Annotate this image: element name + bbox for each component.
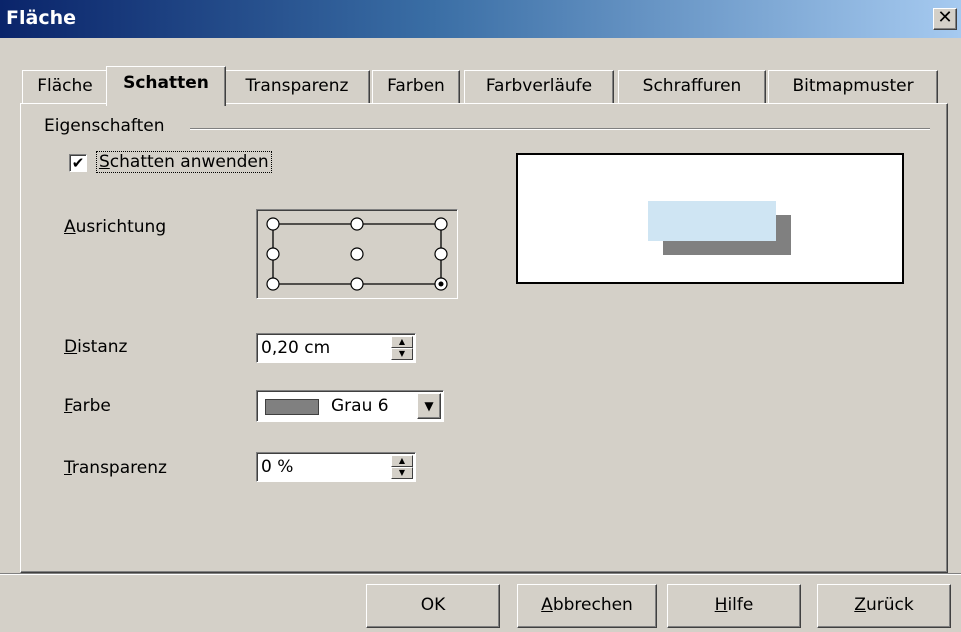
close-icon: ✕ [937,7,953,28]
chevron-down-icon[interactable]: ▼ [417,393,441,419]
align-radio-selected-dot [438,281,444,287]
label-mnemonic: T [64,458,72,478]
button-label: OK [420,595,446,615]
color-dropdown[interactable]: Grau 6 ▼ [256,390,444,422]
distance-up-arrow-icon[interactable]: ▲ [391,336,413,348]
transparency-label: Transparenz [64,458,167,478]
distance-spinbox[interactable]: 0,20 cm ▲ ▼ [256,333,416,363]
label-text: ransparenz [71,458,167,478]
distance-value[interactable]: 0,20 cm [261,338,330,358]
transparency-spinbox[interactable]: 0 % ▲ ▼ [256,452,416,482]
distance-spin-buttons: ▲ ▼ [391,336,413,360]
align-radio-top-right [434,217,448,231]
tab-bitmapmuster[interactable]: Bitmapmuster [768,70,938,104]
label-text: arbe [72,396,111,416]
button-label: urück [865,595,914,615]
label-mnemonic: D [64,337,78,357]
tab-flaeche[interactable]: Fläche [22,70,108,104]
transparency-spin-buttons: ▲ ▼ [391,455,413,479]
transparency-up-arrow-icon[interactable]: ▲ [391,455,413,467]
label-text: istanz [77,337,128,357]
group-divider [190,128,930,130]
align-radio-bottom-center [350,277,364,291]
tab-farbverlaeufe[interactable]: Farbverläufe [464,70,614,104]
ok-button[interactable]: OK [366,584,500,628]
distance-label: Distanz [64,337,127,357]
back-button[interactable]: Zurück [817,584,951,628]
cancel-button[interactable]: Abbrechen [517,584,657,628]
check-icon: ✔ [71,154,85,172]
apply-shadow-label[interactable]: Schatten anwenden [96,151,272,173]
tab-farben[interactable]: Farben [372,70,460,104]
group-label-properties: Eigenschaften [44,116,171,136]
shadow-preview [516,153,904,284]
button-label: ilfe [727,595,754,615]
button-mnemonic: Z [854,595,866,615]
label-text: usrichtung [75,217,167,237]
align-radio-top-center [350,217,364,231]
color-value: Grau 6 [331,396,389,416]
align-radio-middle-center [350,247,364,261]
transparency-down-arrow-icon[interactable]: ▼ [391,467,413,479]
label-mnemonic: S [99,152,110,172]
title-bar: Fläche ✕ [0,0,961,38]
tab-transparenz[interactable]: Transparenz [224,70,370,104]
alignment-grid[interactable] [256,209,458,299]
button-label: bbrechen [552,595,633,615]
distance-down-arrow-icon[interactable]: ▼ [391,348,413,360]
alignment-grid-svg [266,217,448,291]
help-button[interactable]: Hilfe [667,584,801,628]
align-radio-bottom-left [266,277,280,291]
button-mnemonic: A [541,595,553,615]
close-button[interactable]: ✕ [933,8,957,30]
align-radio-middle-right [434,247,448,261]
color-swatch [265,399,319,415]
preview-object-rect [648,201,776,241]
label-mnemonic: F [64,396,73,416]
transparency-value[interactable]: 0 % [261,457,293,477]
tab-schatten[interactable]: Schatten [106,66,226,106]
color-label: Farbe [64,396,111,416]
align-radio-middle-left [266,247,280,261]
label-mnemonic: A [64,217,76,237]
align-radio-top-left [266,217,280,231]
alignment-label: Ausrichtung [64,217,166,237]
preview-graphic [648,201,791,255]
label-text: chatten anwenden [109,152,269,172]
tab-schraffuren[interactable]: Schraffuren [618,70,766,104]
bottom-divider [0,573,961,575]
apply-shadow-checkbox[interactable]: ✔ [69,154,87,172]
window-title: Fläche [6,7,76,29]
button-mnemonic: H [714,595,728,615]
